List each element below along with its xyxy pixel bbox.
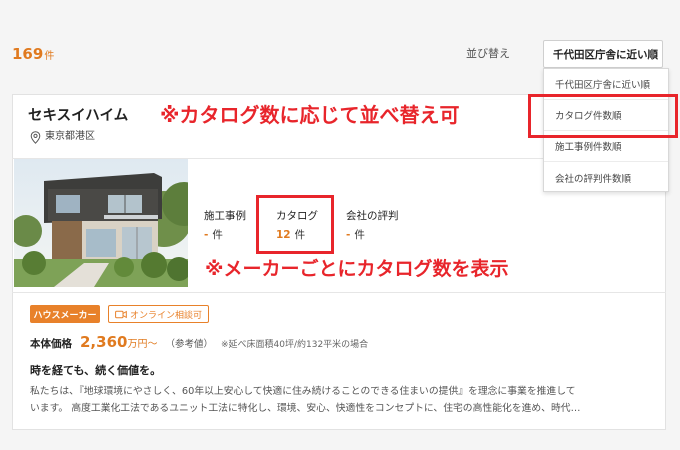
stat-cases[interactable]: 施工事例 -件 (204, 209, 246, 242)
catalog-annotation: ※メーカーごとにカタログ数を表示 (205, 258, 509, 280)
location-text: 東京都港区 (45, 131, 95, 142)
price-row: 本体価格 2,360万円〜 （参考値） ※延べ床面積40坪/約132平米の場合 (30, 332, 368, 351)
stat-reviews-title: 会社の評判 (346, 210, 399, 222)
sort-label: 並び替え (466, 47, 510, 60)
price-note: ※延べ床面積40坪/約132平米の場合 (220, 340, 369, 350)
stat-reviews-value: -件 (346, 228, 399, 242)
price-label: 本体価格 (30, 338, 72, 350)
stat-reviews-unit: 件 (354, 229, 365, 241)
card-headline: 時を経ても、続く価値を。 (30, 364, 162, 377)
price-reference: （参考値） (165, 339, 213, 350)
company-location: 東京都港区 (30, 130, 95, 144)
price-amount: 2,360万円〜 (80, 332, 157, 351)
card-description-line-1: 私たちは、『地球環境にやさしく、60年以上安心して快適に住み続けることのできる住… (30, 386, 576, 397)
stat-cases-unit: 件 (212, 229, 223, 241)
catalog-highlight-box (256, 195, 334, 254)
sort-annotation: ※カタログ数に応じて並べ替え可 (160, 103, 460, 127)
card-description-line-2: います。 高度工業化工法であるユニット工法に特化し、環境、安心、快適性をコンセプ… (30, 403, 581, 414)
result-count-number: 169 (12, 45, 44, 63)
stat-reviews-number: - (346, 229, 351, 241)
card-divider-2 (12, 292, 666, 293)
stat-cases-value: -件 (204, 228, 246, 242)
online-consult-badge: オンライン相談可 (108, 305, 210, 323)
card-description: 私たちは、『地球環境にやさしく、60年以上安心して快適に住み続けることのできる住… (30, 383, 650, 417)
price-unit: 万円〜 (127, 339, 158, 350)
sort-arrows-icon: ▲ ▼ (649, 47, 655, 61)
catalog-sort-highlight-box (528, 94, 678, 138)
company-name[interactable]: セキスイハイム (28, 106, 128, 126)
price-value: 2,360 (80, 333, 128, 351)
house-maker-badge: ハウスメーカー (30, 305, 100, 323)
result-count-unit: 件 (44, 51, 55, 62)
stat-reviews[interactable]: 会社の評判 -件 (346, 209, 399, 242)
stat-cases-number: - (204, 229, 209, 241)
house-photo[interactable] (14, 159, 188, 287)
online-consult-label: オンライン相談可 (130, 310, 203, 321)
stat-cases-title: 施工事例 (204, 210, 246, 222)
sort-selected-value: 千代田区庁舎に近い順 (553, 48, 658, 61)
location-pin-icon (30, 130, 41, 144)
video-camera-icon (115, 310, 127, 318)
sort-select[interactable]: 千代田区庁舎に近い順 ▲ ▼ (543, 40, 663, 68)
result-count: 169件 (12, 44, 54, 67)
sort-option-reviews[interactable]: 会社の評判件数順 (544, 162, 668, 193)
